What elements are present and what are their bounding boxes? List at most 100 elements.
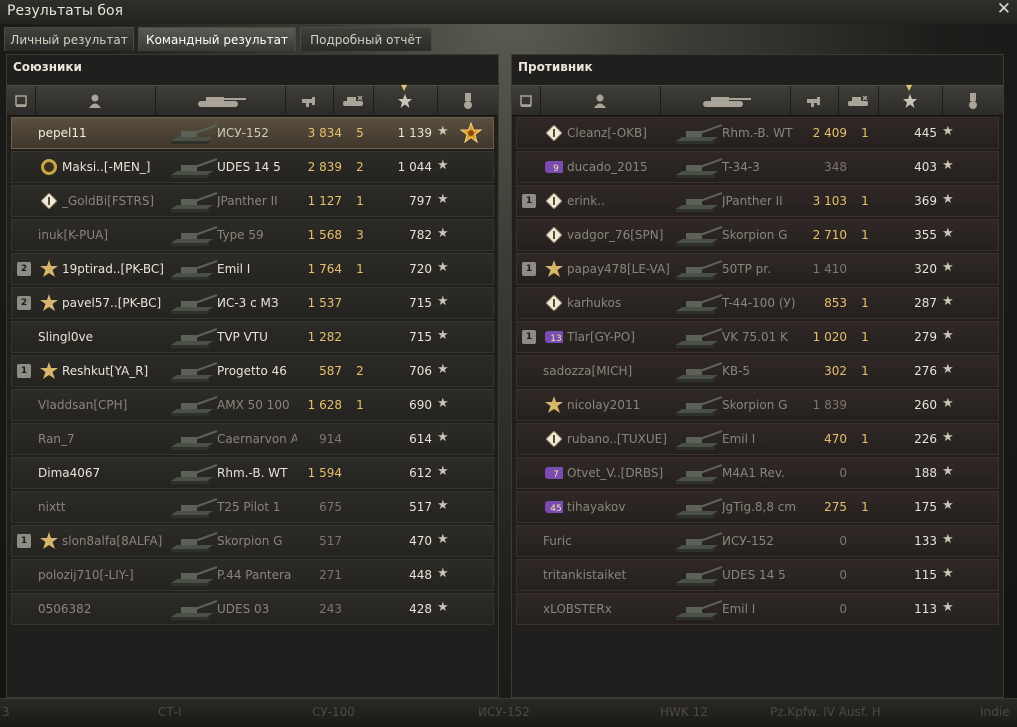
allies-row[interactable]: 0506382 UDES 03 243 428 ★ — [11, 593, 494, 625]
player-name[interactable]: Ran_7 — [38, 432, 180, 446]
carousel-item[interactable]: Indie — [980, 705, 1009, 719]
player-name[interactable]: 0506382 — [38, 602, 180, 616]
vehicle-icon — [676, 362, 723, 382]
kills-column-header[interactable] — [333, 86, 374, 115]
enemies-row[interactable]: 1 erink.. JPanther II 3 103 1 369 ★ — [516, 185, 999, 217]
xp-value: 355 — [914, 228, 937, 242]
vehicle-column-header[interactable] — [660, 86, 791, 115]
damage-column-header[interactable] — [285, 86, 334, 115]
squad-column-header[interactable] — [7, 86, 36, 115]
player-name[interactable]: polozij710[-LIY-] — [38, 568, 180, 582]
player-name[interactable]: Maksi..[-MEN_] — [62, 160, 180, 174]
player-badge — [545, 124, 563, 142]
allies-row[interactable]: 2 19ptirad..[PK-BC] Emil I 1 764 1 720 ★ — [11, 253, 494, 285]
carousel-item[interactable]: Pz.Kpfw. IV Ausf. H — [770, 705, 881, 719]
player-badge — [545, 294, 563, 312]
player-name[interactable]: tritankistaiket — [543, 568, 685, 582]
enemies-row[interactable]: 9 ducado_2015 T-34-3 348 403 ★ — [516, 151, 999, 183]
player-name[interactable]: erink.. — [567, 194, 685, 208]
player-name[interactable]: sadozza[MICH] — [543, 364, 685, 378]
player-name[interactable]: 19ptirad..[PK-BC] — [62, 262, 180, 276]
allies-row[interactable]: _GoldBi[FSTRS] JPanther II 1 127 1 797 ★ — [11, 185, 494, 217]
enemies-row[interactable]: tritankistaiket UDES 14 5 0 115 ★ — [516, 559, 999, 591]
kills-icon — [343, 94, 363, 106]
tab-personal-result[interactable]: Личный результат — [4, 27, 134, 51]
allies-row[interactable]: nixtt T25 Pilot 1 675 517 ★ — [11, 491, 494, 523]
player-name[interactable]: Cleanz[-OKB] — [567, 126, 685, 140]
player-column-header[interactable] — [35, 86, 156, 115]
xp-column-header[interactable]: ▼ — [878, 83, 943, 115]
damage-column-header[interactable] — [790, 86, 839, 115]
enemies-row[interactable]: vadgor_76[SPN] Skorpion G 2 710 1 355 ★ — [516, 219, 999, 251]
player-name[interactable]: rubano..[TUXUE] — [567, 432, 685, 446]
player-name[interactable]: Dima4067 — [38, 466, 180, 480]
allies-row[interactable]: pepel11 ИСУ-152 3 834 5 1 139 ★ — [11, 117, 494, 149]
player-name[interactable]: pepel11 — [38, 126, 180, 140]
medal-column-header[interactable] — [942, 86, 1003, 115]
allies-row[interactable]: Ran_7 Caernarvon A 914 614 ★ — [11, 423, 494, 455]
player-name[interactable]: Vladdsan[CPH] — [38, 398, 180, 412]
allies-row[interactable]: polozij710[-LIY-] P.44 Pantera 271 448 ★ — [11, 559, 494, 591]
tab-team-result[interactable]: Командный результат — [138, 27, 296, 51]
vehicle-column-header[interactable] — [155, 86, 286, 115]
carousel-item[interactable]: HWK 12 — [660, 705, 708, 719]
allies-row[interactable]: inuk[K-PUA] Type 59 1 568 3 782 ★ — [11, 219, 494, 251]
squad-icon — [15, 94, 27, 107]
enemies-row[interactable]: 7 Otvet_V..[DRBS] M4A1 Rev. 0 188 ★ — [516, 457, 999, 489]
xp-value: 706 — [409, 364, 432, 378]
damage-value: 348 — [824, 160, 847, 174]
player-name[interactable]: inuk[K-PUA] — [38, 228, 180, 242]
player-name[interactable]: Reshkut[YA_R] — [62, 364, 180, 378]
player-name[interactable]: _GoldBi[FSTRS] — [62, 194, 180, 208]
player-name[interactable]: nicolay2011 — [567, 398, 685, 412]
carousel-item[interactable]: СУ-100 — [312, 705, 355, 719]
enemies-row[interactable]: 1 13 Tlar[GY-PO] VK 75.01 K 1 020 1 279 ★ — [516, 321, 999, 353]
player-name[interactable]: vadgor_76[SPN] — [567, 228, 685, 242]
kills-column-header[interactable] — [838, 86, 879, 115]
close-icon[interactable]: ✕ — [997, 0, 1011, 19]
enemies-row[interactable]: nicolay2011 Skorpion G 1 839 260 ★ — [516, 389, 999, 421]
vehicle-icon — [676, 158, 723, 178]
enemies-row[interactable]: 45 tihayakov JgTig.8,8 cm 275 1 175 ★ — [516, 491, 999, 523]
player-name[interactable]: ducado_2015 — [567, 160, 685, 174]
player-name[interactable]: slon8alfa[8ALFA] — [62, 534, 180, 548]
vehicle-name: ИСУ-152 — [217, 126, 269, 140]
allies-row[interactable]: Maksi..[-MEN_] UDES 14 5 2 839 2 1 044 ★ — [11, 151, 494, 183]
medal-icon — [460, 122, 482, 144]
player-name[interactable]: Slingl0ve — [38, 330, 180, 344]
rank-diamond-icon — [546, 295, 562, 311]
enemies-row[interactable]: Cleanz[-OKB] Rhm.-B. WT 2 409 1 445 ★ — [516, 117, 999, 149]
enemies-row[interactable]: sadozza[MICH] KB-5 302 1 276 ★ — [516, 355, 999, 387]
carousel-item[interactable]: ИСУ-152 — [478, 705, 530, 719]
enemies-row[interactable]: Furic ИСУ-152 0 133 ★ — [516, 525, 999, 557]
enemies-row[interactable]: rubano..[TUXUE] Emil I 470 1 226 ★ — [516, 423, 999, 455]
damage-value: 3 103 — [812, 194, 847, 208]
carousel-item[interactable]: 3 — [2, 705, 10, 719]
allies-row[interactable]: Slingl0ve TVP VTU 1 282 715 ★ — [11, 321, 494, 353]
enemies-row[interactable]: xLOBSTERx Emil I 0 113 ★ — [516, 593, 999, 625]
medal-column-header[interactable] — [437, 86, 498, 115]
player-name[interactable]: papay478[LE-VA] — [567, 262, 685, 276]
player-name[interactable]: karhukos — [567, 296, 685, 310]
enemies-row[interactable]: 1 papay478[LE-VA] 50TP pr. 1 410 320 ★ — [516, 253, 999, 285]
allies-row[interactable]: 1 slon8alfa[8ALFA] Skorpion G 517 470 ★ — [11, 525, 494, 557]
carousel-item[interactable]: СТ-I — [158, 705, 182, 719]
allies-row[interactable]: 1 Reshkut[YA_R] Progetto 46 587 2 706 ★ — [11, 355, 494, 387]
allies-row[interactable]: 2 pavel57..[PK-BC] ИС-3 с МЗ 1 537 715 ★ — [11, 287, 494, 319]
squad-column-header[interactable] — [512, 86, 541, 115]
player-name[interactable]: nixtt — [38, 500, 180, 514]
damage-value: 1 764 — [307, 262, 342, 276]
allies-row[interactable]: Vladdsan[CPH] AMX 50 100 1 628 1 690 ★ — [11, 389, 494, 421]
player-column-header[interactable] — [540, 86, 661, 115]
player-name[interactable]: xLOBSTERx — [543, 602, 685, 616]
enemies-row[interactable]: karhukos T-44-100 (У) 853 1 287 ★ — [516, 287, 999, 319]
vehicle-name: T-44-100 (У) — [722, 296, 796, 310]
player-name[interactable]: tihayakov — [567, 500, 685, 514]
player-name[interactable]: Tlar[GY-PO] — [567, 330, 685, 344]
tab-detailed-report[interactable]: Подробный отчёт — [300, 27, 432, 51]
allies-row[interactable]: Dima4067 Rhm.-B. WT 1 594 612 ★ — [11, 457, 494, 489]
xp-column-header[interactable]: ▼ — [373, 83, 438, 115]
player-name[interactable]: Furic — [543, 534, 685, 548]
player-name[interactable]: Otvet_V..[DRBS] — [567, 466, 685, 480]
player-name[interactable]: pavel57..[PK-BC] — [62, 296, 180, 310]
